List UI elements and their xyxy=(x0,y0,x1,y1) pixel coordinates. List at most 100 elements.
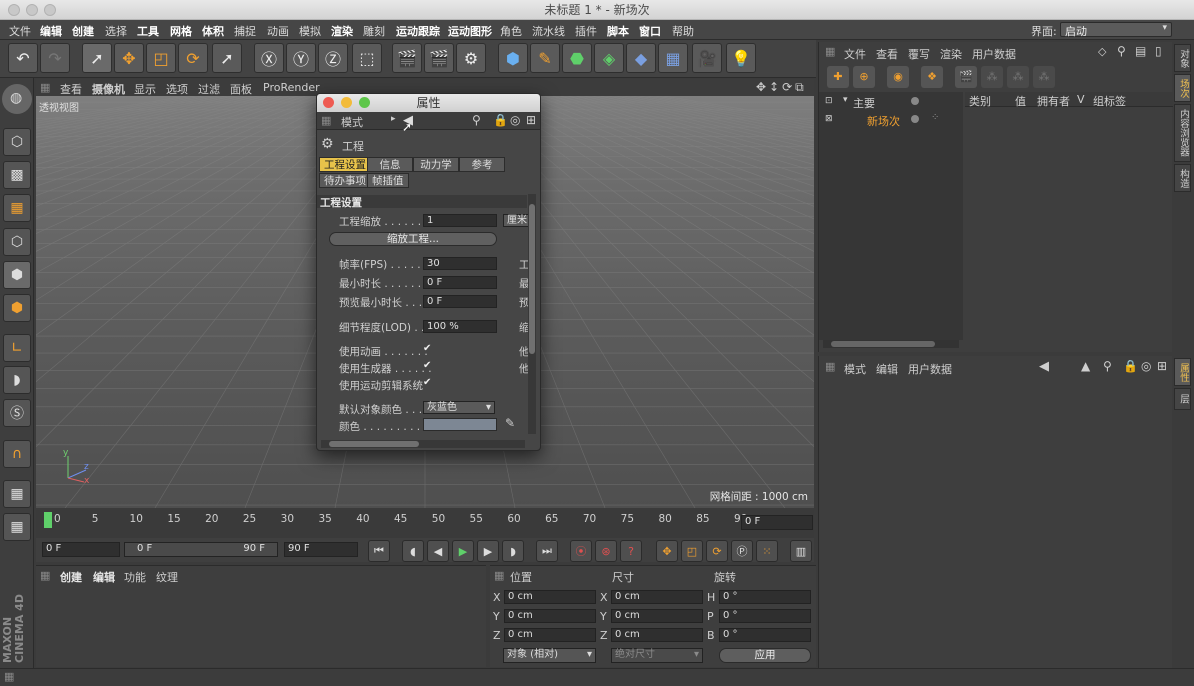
y-axis-lock-button[interactable]: Ⓨ xyxy=(286,43,316,73)
mat-menu-function[interactable]: 功能 xyxy=(124,569,146,585)
menu-plugins[interactable]: 插件 xyxy=(575,23,597,39)
side-tab-structure[interactable]: 构造 xyxy=(1174,164,1191,192)
menu-window[interactable]: 窗口 xyxy=(639,23,661,39)
min-time-field[interactable]: 0 F xyxy=(423,276,497,289)
take-new-dot[interactable] xyxy=(911,115,919,123)
panel-grip-icon[interactable]: ▦ xyxy=(825,360,835,373)
rotation-p-field[interactable]: 0 ° xyxy=(719,609,811,623)
scale-project-button[interactable]: 缩放工程... xyxy=(329,232,497,246)
size-mode-dropdown[interactable]: 绝对尺寸 ▾ xyxy=(611,648,703,663)
panel-grip-icon[interactable]: ▦ xyxy=(321,114,331,127)
key-rotation-button[interactable]: ⟳ xyxy=(706,540,728,562)
take-main-dot[interactable] xyxy=(911,97,919,105)
disabled-tool-icon-1[interactable]: ⁂ xyxy=(981,66,1003,88)
menu-snap[interactable]: 捕捉 xyxy=(234,23,256,39)
floor-grid-button[interactable]: ▦ xyxy=(658,43,688,73)
key-pla-button[interactable]: ⁙ xyxy=(756,540,778,562)
tab-project-settings[interactable]: 工程设置 xyxy=(319,157,371,172)
zoom-window-button[interactable] xyxy=(44,4,56,16)
record-keyframe-button[interactable]: ⦿ xyxy=(570,540,592,562)
render-to-picture-viewer-button[interactable]: 🎬 xyxy=(424,43,454,73)
workplane-button[interactable]: ▦ xyxy=(3,194,31,222)
solo-button[interactable]: Ⓢ xyxy=(3,399,31,427)
model-mode-button[interactable]: ⬡ xyxy=(3,128,31,156)
snap-button[interactable]: ∩ xyxy=(3,440,31,468)
search-icon[interactable]: ⚲ xyxy=(1103,359,1112,373)
polygons-mode-button[interactable]: ⬢ xyxy=(3,294,31,322)
mat-menu-create[interactable]: 创建 xyxy=(60,569,82,585)
take-camera-icon[interactable]: ⁘ xyxy=(931,112,939,123)
previous-key-button[interactable]: ◖ xyxy=(402,540,424,562)
viewport-menu-filter[interactable]: 过滤 xyxy=(198,81,220,97)
viewport-menu-display[interactable]: 显示 xyxy=(134,81,156,97)
workplane-snap-button[interactable]: ▦ xyxy=(3,513,31,541)
key-parameter-button[interactable]: Ⓟ xyxy=(731,540,753,562)
om-menu-file[interactable]: 文件 xyxy=(844,46,866,62)
om-menu-view[interactable]: 查看 xyxy=(876,46,898,62)
eyedropper-icon[interactable]: ✎ xyxy=(505,416,515,430)
color-swatch[interactable] xyxy=(423,418,497,431)
light-button[interactable]: 💡 xyxy=(726,43,756,73)
disabled-tool-icon-2[interactable]: ⁂ xyxy=(1007,66,1029,88)
search-icon[interactable]: ⚲ xyxy=(1117,44,1126,58)
project-scale-field[interactable]: 1 xyxy=(423,214,497,227)
make-editable-button[interactable]: ◍ xyxy=(2,84,32,114)
search-icon[interactable]: ⚲ xyxy=(472,113,481,127)
menu-edit[interactable]: 编辑 xyxy=(40,23,62,39)
override-icon[interactable]: ◉ xyxy=(887,66,909,88)
project-scale-unit-dropdown[interactable]: 厘米 xyxy=(503,214,529,227)
side-tab-content-browser[interactable]: 内容浏览器 xyxy=(1174,104,1191,162)
selection-tool-button[interactable]: ➚ xyxy=(82,43,112,73)
target-icon[interactable]: ◎ xyxy=(1141,359,1151,373)
menu-character[interactable]: 角色 xyxy=(500,23,522,39)
apply-button[interactable]: 应用 xyxy=(719,648,811,663)
use-motion-checkbox[interactable]: ✔ xyxy=(423,377,431,388)
render-view-button[interactable]: 🎬 xyxy=(392,43,422,73)
up-arrow-icon[interactable]: ▲ xyxy=(1081,359,1090,373)
tab-reference[interactable]: 参考 xyxy=(459,157,505,172)
layout-icon[interactable]: ▤ xyxy=(1135,44,1146,58)
lock-icon[interactable]: 🔒 xyxy=(1123,359,1138,373)
viewport-menu-panel[interactable]: 面板 xyxy=(230,81,252,97)
expand-icon[interactable]: ⊡ xyxy=(825,96,833,106)
side-tab-attributes[interactable]: 属性 xyxy=(1174,358,1191,386)
z-axis-lock-button[interactable]: Ⓩ xyxy=(318,43,348,73)
timeline-window-button[interactable]: ▥ xyxy=(790,540,812,562)
mode-menu[interactable]: 模式 xyxy=(341,114,363,130)
menu-help[interactable]: 帮助 xyxy=(672,23,694,39)
next-frame-button[interactable]: ▶ xyxy=(477,540,499,562)
render-settings-button[interactable]: ⚙ xyxy=(456,43,486,73)
tab-todo[interactable]: 待办事项 xyxy=(319,173,371,188)
keyframe-selection-button[interactable]: ? xyxy=(620,540,642,562)
dialog-close-button[interactable] xyxy=(323,97,334,108)
minimize-window-button[interactable] xyxy=(26,4,38,16)
side-tab-takes[interactable]: 场次 xyxy=(1174,74,1191,102)
preview-range-slider[interactable]: 0 F 90 F xyxy=(124,542,278,557)
om-horizontal-scrollbar[interactable] xyxy=(823,340,959,348)
next-key-button[interactable]: ◗ xyxy=(502,540,524,562)
am-menu-mode[interactable]: 模式 xyxy=(844,361,866,377)
x-axis-lock-button[interactable]: Ⓧ xyxy=(254,43,284,73)
size-x-field[interactable]: 0 cm xyxy=(611,590,703,604)
pen-spline-button[interactable]: ✎ xyxy=(530,43,560,73)
rotate-tool-button[interactable]: ⟳ xyxy=(178,43,208,73)
points-mode-button[interactable]: ⬡ xyxy=(3,228,31,256)
environment-button[interactable]: ◆ xyxy=(626,43,656,73)
menu-sculpt[interactable]: 雕刻 xyxy=(363,23,385,39)
lod-field[interactable]: 100 % xyxy=(423,320,497,333)
panel-grip-icon[interactable]: ▦ xyxy=(40,569,50,582)
current-frame-field[interactable]: 0 F xyxy=(741,515,813,530)
recent-tool-button[interactable]: ➚ xyxy=(212,43,242,73)
menu-pipeline[interactable]: 流水线 xyxy=(532,23,565,39)
om-menu-render[interactable]: 渲染 xyxy=(940,46,962,62)
key-scale-button[interactable]: ◰ xyxy=(681,540,703,562)
camera-button[interactable]: 🎥 xyxy=(692,43,722,73)
play-button[interactable]: ▶ xyxy=(452,540,474,562)
menu-mograph[interactable]: 运动图形 xyxy=(448,23,492,39)
new-panel-icon[interactable]: ⊞ xyxy=(526,113,536,127)
viewport-navigation-icons[interactable]: ✥↕⟳⧉ xyxy=(756,80,807,95)
panel-grip-icon[interactable]: ▦ xyxy=(40,81,50,94)
edges-mode-button[interactable]: ⬢ xyxy=(3,261,31,289)
viewport-menu-cameras[interactable]: 摄像机 xyxy=(92,81,125,97)
tab-dynamics[interactable]: 动力学 xyxy=(413,157,459,172)
